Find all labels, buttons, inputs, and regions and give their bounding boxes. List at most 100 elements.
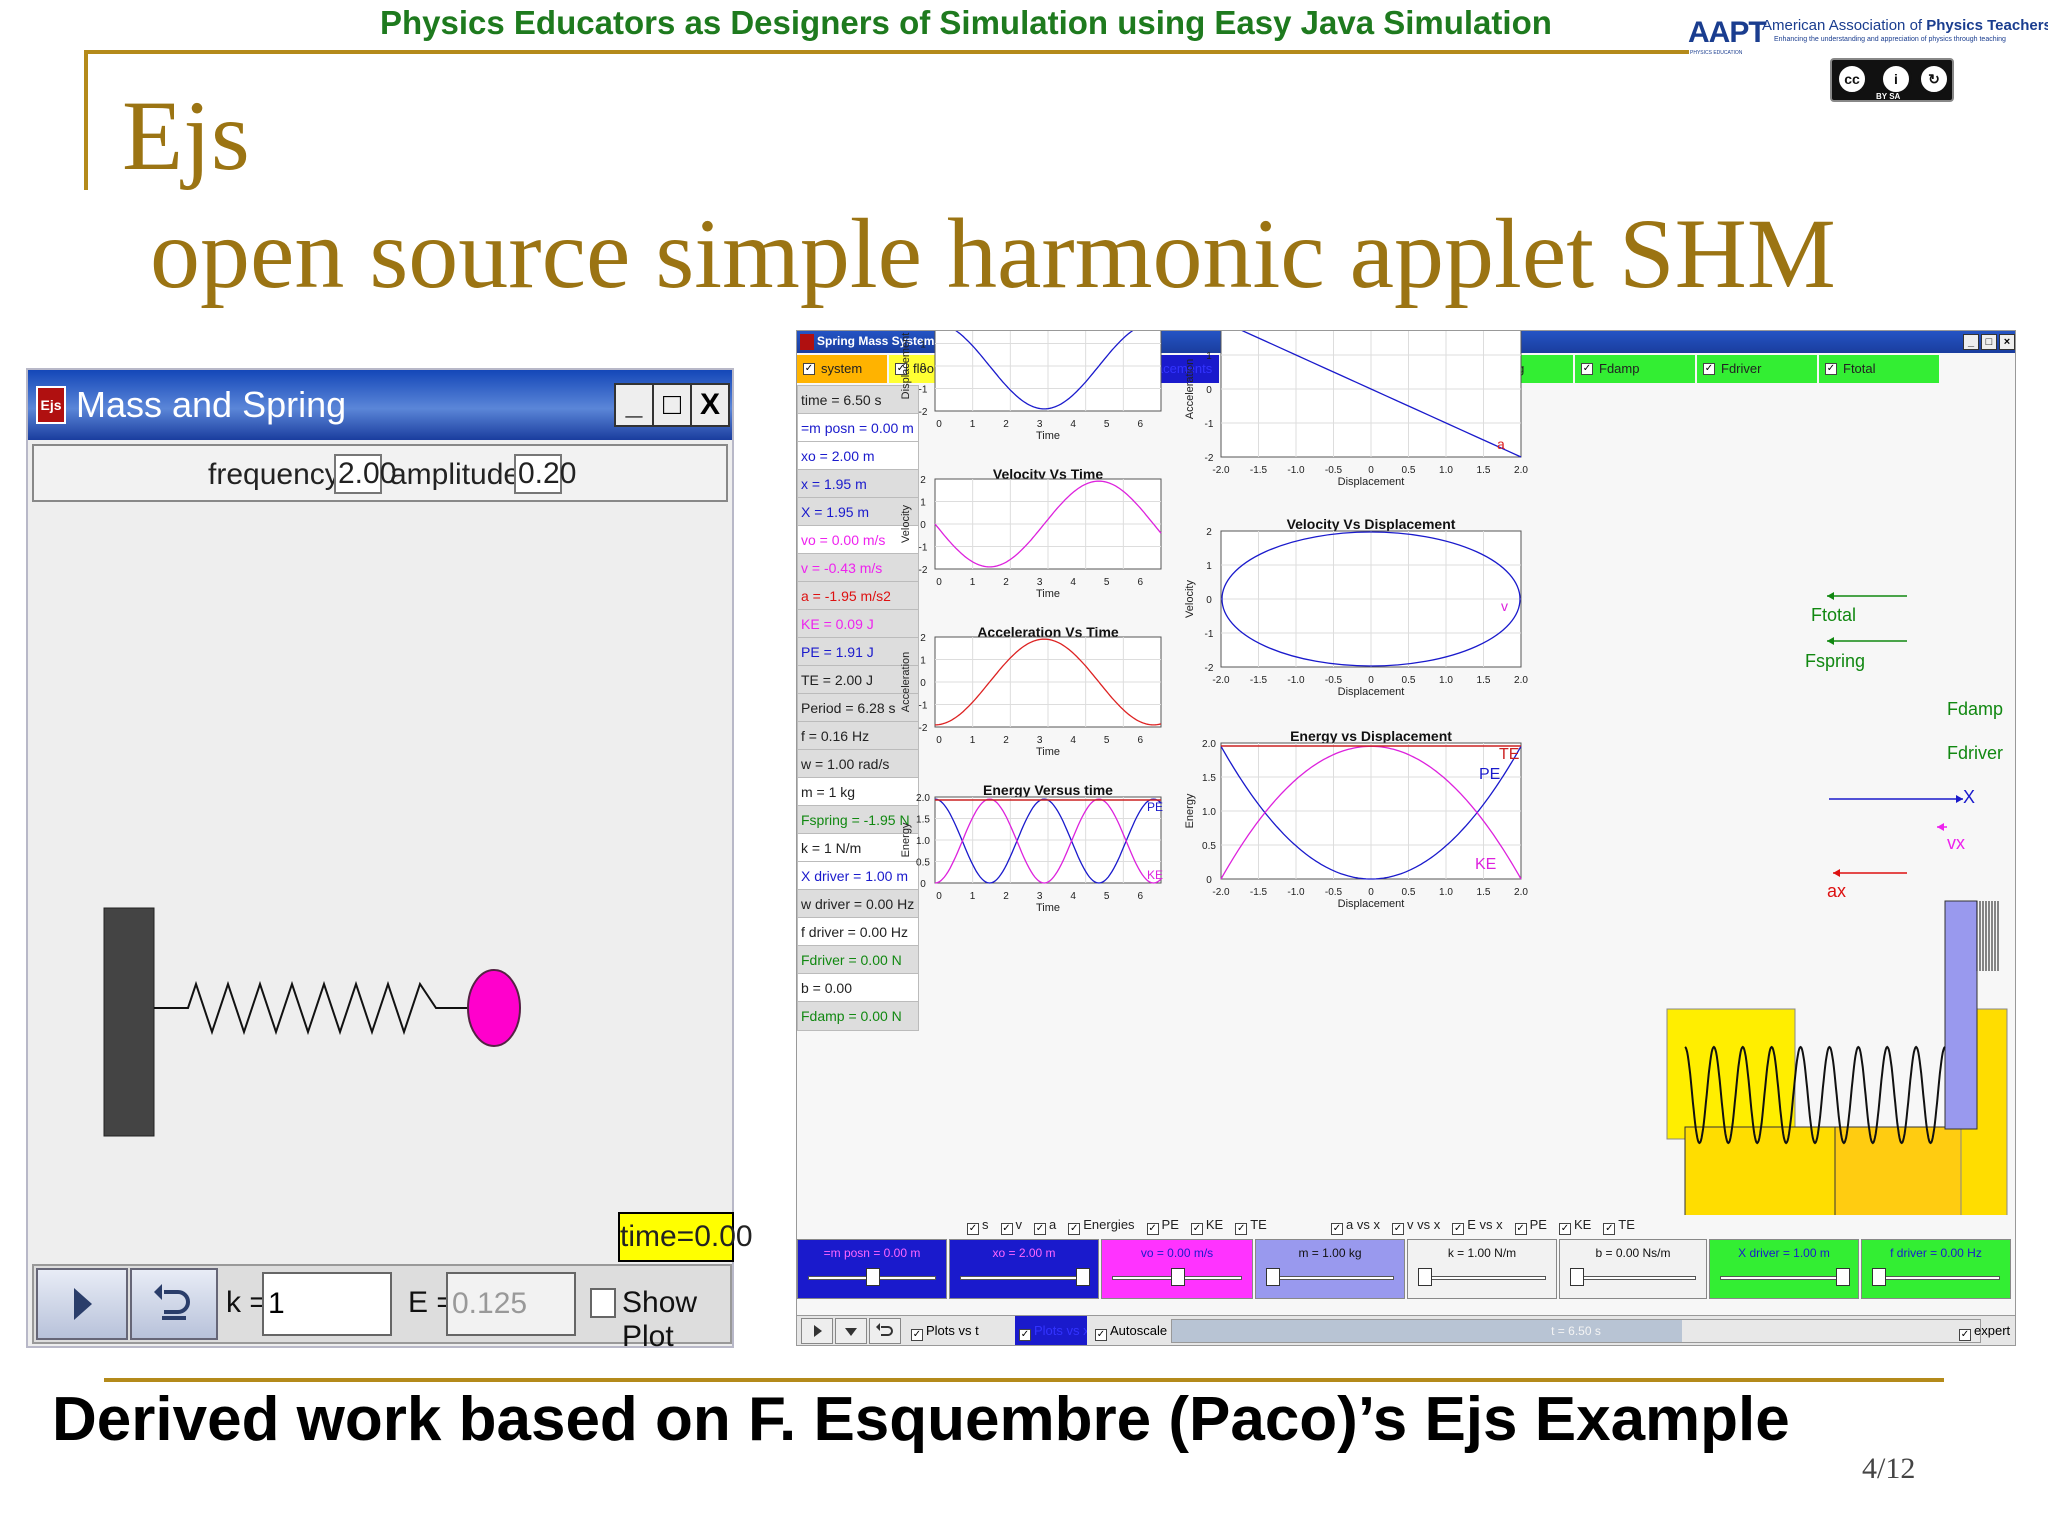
control-bar: k = 1 E = 0.125 Show Plot	[32, 1264, 732, 1353]
plot-toggle-a[interactable]: ✓ a	[1034, 1217, 1062, 1235]
slider-3[interactable]: vo = 0.00 m/s	[1101, 1239, 1253, 1299]
step-button[interactable]	[835, 1318, 867, 1344]
tick-label: 1.5	[1477, 675, 1491, 686]
page-number: 4/12	[1862, 1452, 1916, 1485]
tick-label: -2	[919, 407, 928, 418]
close-button[interactable]: X	[690, 383, 730, 427]
slider-track	[1266, 1276, 1394, 1280]
show-plot-label: Show Plot	[622, 1286, 698, 1353]
checkbox-icon: ✓	[1331, 1223, 1343, 1235]
tick-label: -1.5	[1250, 465, 1268, 476]
time-progress[interactable]: t = 6.50 s	[1171, 1319, 1981, 1343]
checkbox-icon: ✓	[911, 1329, 923, 1341]
axis-label: Time	[1036, 902, 1060, 914]
plot-toggle-v-vs-x[interactable]: ✓ v vs x	[1391, 1217, 1446, 1235]
tick-label: 6	[1137, 735, 1143, 746]
play-button[interactable]	[801, 1318, 833, 1344]
plot-toggle-te[interactable]: ✓ TE	[1235, 1217, 1273, 1235]
marker-label: v	[1501, 598, 1508, 614]
tick-label: 1.0	[1439, 675, 1453, 686]
reset-button[interactable]	[869, 1318, 901, 1344]
sa-icon: ↻	[1918, 63, 1950, 95]
toggle-label: a vs x	[1346, 1217, 1380, 1232]
amplitude-field[interactable]: 0.20	[514, 454, 576, 494]
slider-4[interactable]: m = 1.00 kg	[1255, 1239, 1405, 1299]
slider-thumb[interactable]	[1570, 1268, 1584, 1286]
tick-label: -0.5	[1325, 887, 1343, 898]
ejs-app-icon: Ejs	[36, 386, 66, 424]
slider-thumb[interactable]	[1266, 1268, 1280, 1286]
slide-header: Physics Educators as Designers of Simula…	[380, 4, 1552, 41]
ax-arrow-head	[1833, 869, 1840, 877]
tick-label: 1	[1206, 351, 1212, 362]
tick-label: 0	[1368, 465, 1374, 476]
tick-label: 2	[1003, 577, 1009, 588]
slider-thumb[interactable]	[1171, 1268, 1185, 1286]
aapt-tagline: Enhancing the understanding and apprecia…	[1774, 36, 2006, 43]
x-arrow-head	[1956, 795, 1963, 803]
show-plot-checkbox[interactable]	[590, 1288, 616, 1318]
slider-7[interactable]: X driver = 1.00 m	[1709, 1239, 1859, 1299]
plots-vs-t-toggle[interactable]: ✓ Plots vs t	[911, 1323, 979, 1341]
slider-5[interactable]: k = 1.00 N/m	[1407, 1239, 1557, 1299]
force-label-vx: vx	[1947, 833, 1965, 853]
reset-button[interactable]	[130, 1268, 218, 1340]
plot-toggle-te[interactable]: ✓ TE	[1603, 1217, 1641, 1235]
checkbox-icon: ✓	[967, 1223, 979, 1235]
play-button[interactable]	[36, 1268, 128, 1340]
plot-toggle-ke[interactable]: ✓ KE	[1190, 1217, 1229, 1235]
plot-toggle-pe[interactable]: ✓ PE	[1146, 1217, 1185, 1235]
spring-coil	[154, 980, 468, 1036]
slider-6[interactable]: b = 0.00 Ns/m	[1559, 1239, 1707, 1299]
plot-toggle-energies[interactable]: ✓ Energies	[1068, 1217, 1140, 1235]
slider-1[interactable]: =m posn = 0.00 m	[797, 1239, 947, 1299]
axis-label: Energy	[900, 822, 912, 857]
tick-label: -1.5	[1250, 675, 1268, 686]
mass-ball[interactable]	[467, 969, 521, 1047]
slider-thumb[interactable]	[1076, 1268, 1090, 1286]
slider-label: m = 1.00 kg	[1298, 1246, 1362, 1260]
toggle-label: TE	[1250, 1217, 1267, 1232]
maximize-button[interactable]: □	[652, 383, 692, 427]
aapt-subtitle: PHYSICS EDUCATION	[1690, 50, 1743, 56]
slider-thumb[interactable]	[866, 1268, 880, 1286]
footer-rule	[104, 1378, 1944, 1382]
plot-toggle-pe[interactable]: ✓ PE	[1514, 1217, 1553, 1235]
slider-2[interactable]: xo = 2.00 m	[949, 1239, 1099, 1299]
title-rule	[84, 50, 88, 190]
axis-label: Acceleration	[1184, 359, 1196, 420]
minimize-button[interactable]: _	[614, 383, 654, 427]
tick-label: -1.0	[1287, 887, 1305, 898]
tick-label: 1.0	[916, 836, 930, 847]
tick-label: 1.5	[1477, 887, 1491, 898]
toggle-label: KE	[1205, 1217, 1224, 1232]
axis-label: Time	[1036, 746, 1060, 758]
slider-thumb[interactable]	[1872, 1268, 1886, 1286]
marker-label: KE	[1475, 856, 1496, 873]
plots-vs-x-toggle[interactable]: ✓ Plots vs x	[1015, 1316, 1087, 1345]
marker-label: PE	[1479, 766, 1500, 783]
plot-toggle-ke[interactable]: ✓ KE	[1558, 1217, 1597, 1235]
tick-label: 2.0	[1514, 465, 1528, 476]
axis-label: Energy	[1184, 793, 1196, 828]
expert-toggle[interactable]: ✓ expert	[1959, 1323, 2010, 1341]
plot-toggle-s[interactable]: ✓ s	[967, 1217, 995, 1235]
autoscale-toggle[interactable]: ✓ Autoscale	[1095, 1323, 1167, 1341]
tick-label: -2	[919, 723, 928, 734]
tick-label: 2	[920, 633, 926, 644]
plot-toggle-a-vs-x[interactable]: ✓ a vs x	[1331, 1217, 1386, 1235]
plot-toggle-v[interactable]: ✓ v	[1000, 1217, 1029, 1235]
wall-block	[103, 907, 155, 1137]
slide-subtitle: open source simple harmonic applet SHM	[150, 198, 1836, 309]
checkbox-icon: ✓	[1190, 1223, 1203, 1235]
slider-thumb[interactable]	[1418, 1268, 1432, 1286]
frequency-field[interactable]: 2.00	[334, 454, 396, 494]
slider-8[interactable]: f driver = 0.00 Hz	[1861, 1239, 2011, 1299]
plot-toggle-e-vs-x[interactable]: ✓ E vs x	[1452, 1217, 1508, 1235]
tick-label: 5	[1104, 735, 1110, 746]
tick-label: -1	[1205, 419, 1214, 430]
bottom-control-bar: ✓ Plots vs t ✓ Plots vs x ✓ Autoscale t = 6…	[797, 1315, 2015, 1345]
k-field[interactable]: 1	[262, 1272, 392, 1336]
slider-thumb[interactable]	[1836, 1268, 1850, 1286]
mass-spring-titlebar[interactable]: Ejs Mass and Spring _ □ X	[28, 370, 732, 440]
